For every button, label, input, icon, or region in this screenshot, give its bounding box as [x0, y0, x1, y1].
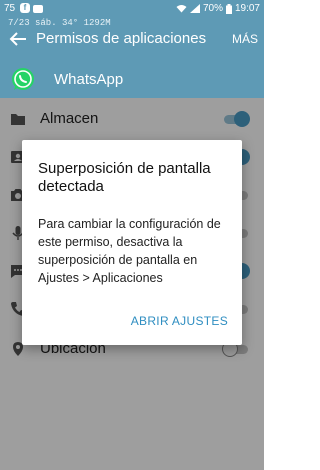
overlay-info-text: 7/23 sáb. 34° 1292M — [8, 18, 111, 28]
whatsapp-icon — [12, 68, 34, 90]
dialog-title: Superposición de pantalla detectada — [38, 160, 211, 195]
notification-count: 75 — [4, 3, 16, 14]
app-name: WhatsApp — [54, 71, 124, 88]
open-settings-button[interactable]: ABRIR AJUSTES — [131, 314, 228, 328]
status-bar: 75 f 70% 19:07 — [0, 0, 264, 18]
facebook-icon: f — [20, 3, 30, 13]
back-arrow-icon[interactable] — [8, 30, 28, 48]
clock: 19:07 — [234, 3, 260, 14]
image-icon — [33, 5, 43, 13]
signal-icon — [189, 4, 200, 13]
page-title: Permisos de aplicaciones — [36, 30, 207, 47]
overlay-detected-dialog: Superposición de pantalla detectada Para… — [22, 140, 242, 345]
battery-level: 70% — [202, 3, 223, 14]
battery-icon — [225, 3, 232, 14]
wifi-icon — [176, 5, 187, 13]
more-button[interactable]: MÁS — [232, 32, 258, 46]
app-info-row: WhatsApp — [0, 60, 264, 98]
dialog-message: Para cambiar la configuración de este pe… — [38, 217, 221, 285]
